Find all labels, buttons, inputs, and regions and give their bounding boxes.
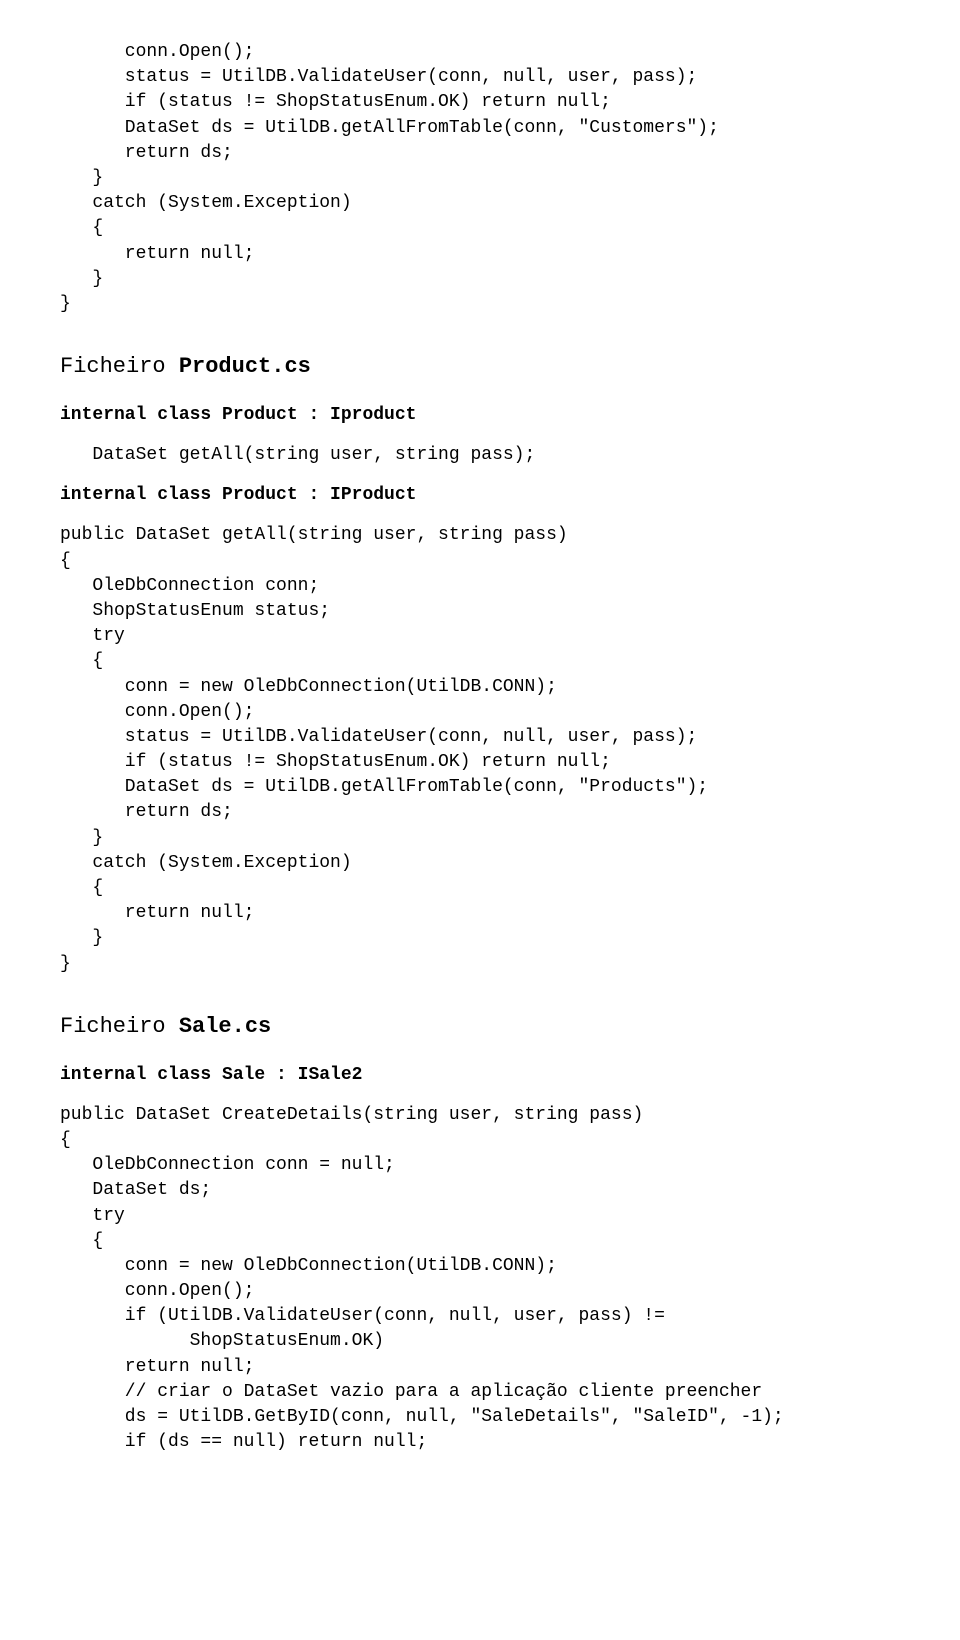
heading-filename-2: Sale.cs — [179, 1014, 271, 1039]
heading-prefix: Ficheiro — [60, 354, 179, 379]
heading-product: Ficheiro Product.cs — [60, 352, 900, 383]
heading-sale: Ficheiro Sale.cs — [60, 1012, 900, 1043]
heading-prefix-2: Ficheiro — [60, 1014, 179, 1039]
code-block-4: public DataSet CreateDetails(string user… — [60, 1103, 900, 1456]
class-decl-1: internal class Product : Iproduct — [60, 403, 900, 428]
class-decl-3: internal class Sale : ISale2 — [60, 1063, 900, 1088]
code-block-1: conn.Open(); status = UtilDB.ValidateUse… — [60, 40, 900, 317]
heading-filename: Product.cs — [179, 354, 311, 379]
code-block-2: DataSet getAll(string user, string pass)… — [60, 443, 900, 468]
code-block-3: public DataSet getAll(string user, strin… — [60, 523, 900, 976]
class-decl-2: internal class Product : IProduct — [60, 483, 900, 508]
